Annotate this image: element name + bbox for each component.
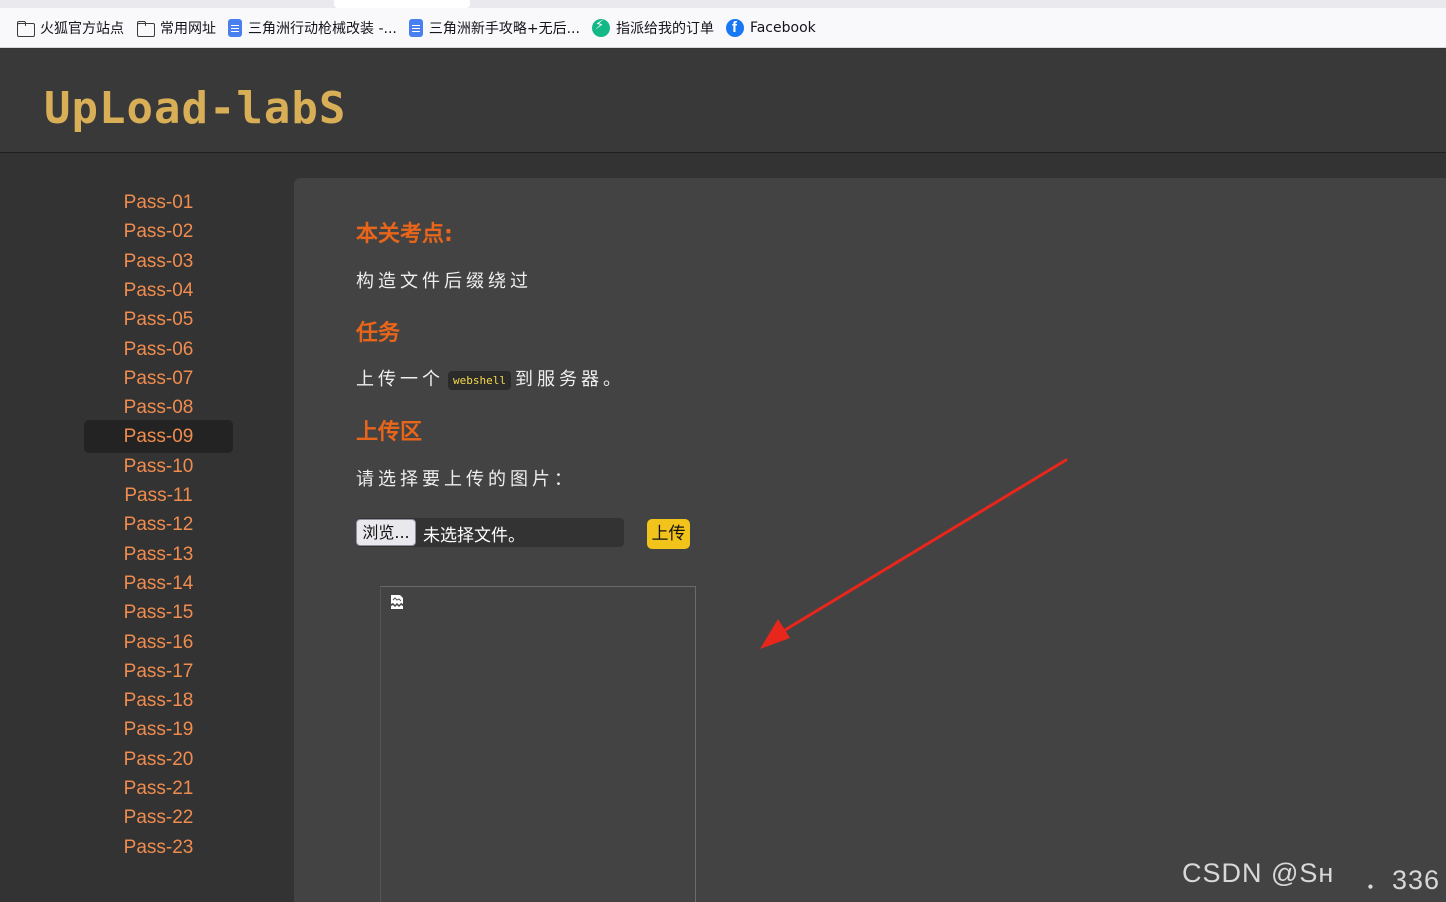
bookmark-orders[interactable]: 指派给我的订单 <box>590 14 720 42</box>
sidebar-item-pass-09[interactable]: Pass-09 <box>84 420 233 454</box>
bookmarks-bar: 火狐官方站点 常用网址 三角洲行动枪械改装 -... 三角洲新手攻略+无后...… <box>0 8 1446 48</box>
browser-tab-strip <box>0 0 1446 8</box>
section-title-key-points: 本关考点: <box>356 222 453 247</box>
document-icon <box>408 18 423 37</box>
task-suffix: 到服务器。 <box>514 369 625 390</box>
bookmark-doc-2[interactable]: 三角洲新手攻略+无后... <box>407 14 586 42</box>
bookmark-label: 指派给我的订单 <box>615 20 714 37</box>
upload-preview <box>380 586 696 902</box>
sidebar-item-pass-10[interactable]: Pass-10 <box>84 450 233 483</box>
file-status: 未选择文件。 <box>423 526 525 546</box>
upload-prompt: 请选择要上传的图片： <box>356 469 576 490</box>
sidebar-item-pass-13[interactable]: Pass-13 <box>84 538 233 571</box>
sidebar-item-pass-06[interactable]: Pass-06 <box>84 333 233 366</box>
sidebar-item-pass-11[interactable]: Pass-11 <box>84 479 233 512</box>
broken-image-icon <box>391 595 403 609</box>
sidebar-item-pass-03[interactable]: Pass-03 <box>84 245 233 278</box>
sidebar-item-pass-12[interactable]: Pass-12 <box>84 508 233 541</box>
sidebar-item-pass-04[interactable]: Pass-04 <box>84 274 233 307</box>
sidebar-item-pass-21[interactable]: Pass-21 <box>84 772 233 805</box>
sidebar-item-pass-15[interactable]: Pass-15 <box>84 596 233 629</box>
bookmark-label: 三角洲新手攻略+无后... <box>428 20 580 37</box>
sidebar-item-pass-08[interactable]: Pass-08 <box>84 391 233 424</box>
watermark: CSDN @Sн <box>1182 858 1335 888</box>
sidebar-item-pass-20[interactable]: Pass-20 <box>84 743 233 776</box>
sidebar-item-pass-16[interactable]: Pass-16 <box>84 626 233 659</box>
bookmark-facebook[interactable]: Facebook <box>724 14 822 42</box>
browse-button[interactable]: 浏览... <box>356 519 416 546</box>
bookmark-label: 三角洲行动枪械改装 -... <box>248 20 397 37</box>
sidebar-item-pass-22[interactable]: Pass-22 <box>84 801 233 834</box>
section-title-task: 任务 <box>356 321 401 346</box>
bookmark-label: Facebook <box>749 19 816 36</box>
sidebar-item-pass-05[interactable]: Pass-05 <box>84 303 233 336</box>
sidebar-item-pass-02[interactable]: Pass-02 <box>84 215 233 248</box>
site-logo[interactable]: UpLoad-labS <box>44 85 346 133</box>
sidebar-item-pass-23[interactable]: Pass-23 <box>84 831 233 864</box>
page-header: UpLoad-labS <box>0 49 1446 153</box>
section-title-upload: 上传区 <box>356 420 423 445</box>
sidebar-item-pass-01[interactable]: Pass-01 <box>84 186 233 219</box>
main-panel: 本关考点: 构造文件后缀绕过 任务 上传一个 webshell 到服务器。 上传区 … <box>294 178 1446 902</box>
bolt-icon <box>591 18 610 37</box>
task-text: 上传一个 webshell 到服务器。 <box>356 365 625 391</box>
bookmark-label: 常用网址 <box>160 20 216 37</box>
bookmark-folder-common[interactable]: 常用网址 <box>134 14 222 42</box>
facebook-icon <box>725 18 744 37</box>
bookmark-label: 火狐官方站点 <box>40 20 124 37</box>
folder-icon <box>16 19 35 37</box>
sidebar-item-pass-18[interactable]: Pass-18 <box>84 684 233 717</box>
folder-icon <box>136 19 155 37</box>
task-prefix: 上传一个 <box>356 369 444 390</box>
sidebar-nav: Pass-01 Pass-02 Pass-03 Pass-04 Pass-05 Pass-… <box>0 154 294 902</box>
file-input[interactable]: 浏览... 未选择文件。 <box>356 518 624 547</box>
sidebar-item-pass-17[interactable]: Pass-17 <box>84 655 233 688</box>
key-points-text: 构造文件后缀绕过 <box>356 271 532 292</box>
bookmark-folder-firefox[interactable]: 火狐官方站点 <box>14 14 130 42</box>
sidebar-item-pass-14[interactable]: Pass-14 <box>84 567 233 600</box>
sidebar-item-pass-19[interactable]: Pass-19 <box>84 713 233 746</box>
task-code: webshell <box>448 370 511 390</box>
document-icon <box>228 18 242 37</box>
active-tab[interactable] <box>334 0 470 8</box>
upload-button[interactable]: 上传 <box>647 519 690 549</box>
sidebar-item-pass-07[interactable]: Pass-07 <box>84 362 233 395</box>
watermark-suffix: ．336 <box>1364 865 1441 895</box>
bookmark-doc-1[interactable]: 三角洲行动枪械改装 -... <box>226 14 403 42</box>
